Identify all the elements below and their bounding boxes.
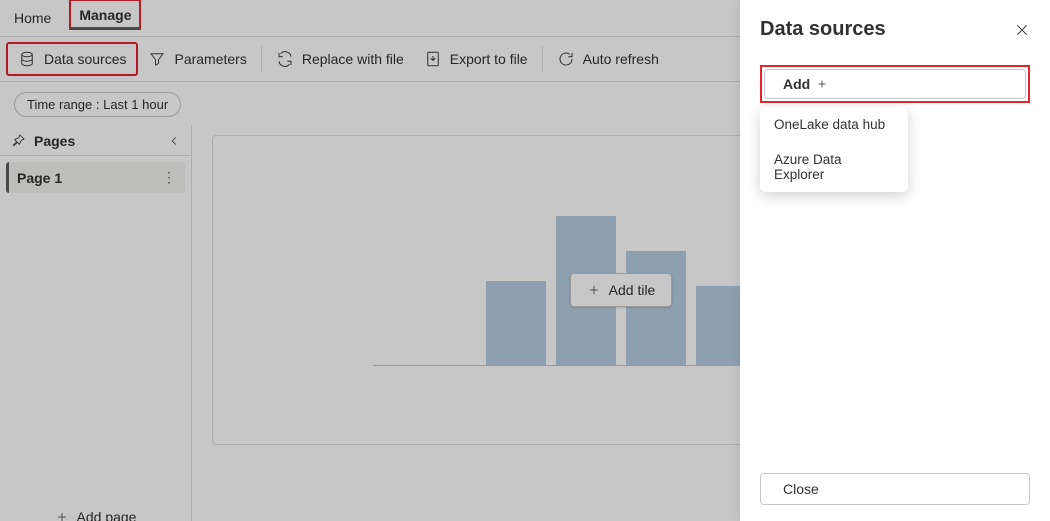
add-menu: OneLake data hub Azure Data Explorer [760, 107, 908, 192]
data-sources-pane: Data sources Add OneLake data hub Azure … [740, 0, 1050, 521]
database-icon [18, 50, 36, 68]
bar [626, 251, 686, 366]
add-label: Add [783, 76, 810, 92]
menu-item-onelake[interactable]: OneLake data hub [760, 107, 908, 142]
add-tile-button[interactable]: Add tile [570, 273, 673, 307]
page-item-label: Page 1 [17, 170, 162, 186]
menu-item-adx[interactable]: Azure Data Explorer [760, 142, 908, 192]
plus-icon [55, 510, 69, 521]
tab-home[interactable]: Home [10, 4, 55, 30]
parameters-button[interactable]: Parameters [138, 44, 256, 74]
filter-icon [148, 50, 166, 68]
plus-icon [816, 78, 828, 90]
pane-header: Data sources [760, 18, 1030, 41]
add-data-source-button[interactable]: Add [764, 69, 1026, 99]
page-list: Page 1 ⋮ [0, 156, 191, 499]
pane-footer: Close [760, 473, 1030, 505]
add-tile-label: Add tile [609, 282, 656, 298]
tab-manage[interactable]: Manage [69, 0, 141, 30]
separator [542, 46, 543, 72]
time-range-chip[interactable]: Time range : Last 1 hour [14, 92, 181, 117]
sidebar-header: Pages [0, 125, 191, 156]
parameters-label: Parameters [174, 51, 246, 67]
export-label: Export to file [450, 51, 528, 67]
refresh-label: Auto refresh [583, 51, 659, 67]
page-item-1[interactable]: Page 1 ⋮ [6, 162, 185, 193]
auto-refresh-button[interactable]: Auto refresh [547, 44, 669, 74]
replace-label: Replace with file [302, 51, 404, 67]
more-icon[interactable]: ⋮ [162, 169, 177, 186]
pin-icon [10, 133, 26, 149]
sidebar: Pages Page 1 ⋮ Add page [0, 125, 192, 521]
pane-title: Data sources [760, 18, 1014, 41]
chevron-left-icon[interactable] [167, 134, 181, 148]
export-icon [424, 50, 442, 68]
export-file-button[interactable]: Export to file [414, 44, 538, 74]
plus-icon [587, 283, 601, 297]
bar [486, 281, 546, 366]
separator [261, 46, 262, 72]
sidebar-title: Pages [34, 133, 159, 149]
data-sources-button[interactable]: Data sources [6, 42, 138, 76]
replace-icon [276, 50, 294, 68]
time-range-label: Time range : Last 1 hour [27, 97, 168, 112]
app-frame: Home Manage Data sources Parameters Repl… [0, 0, 1050, 521]
replace-file-button[interactable]: Replace with file [266, 44, 414, 74]
refresh-icon [557, 50, 575, 68]
close-icon[interactable] [1014, 22, 1030, 38]
add-page-label: Add page [77, 509, 137, 521]
add-page-button[interactable]: Add page [0, 499, 191, 521]
data-sources-label: Data sources [44, 51, 126, 67]
close-button[interactable]: Close [760, 473, 1030, 505]
add-button-highlight: Add [760, 65, 1030, 103]
